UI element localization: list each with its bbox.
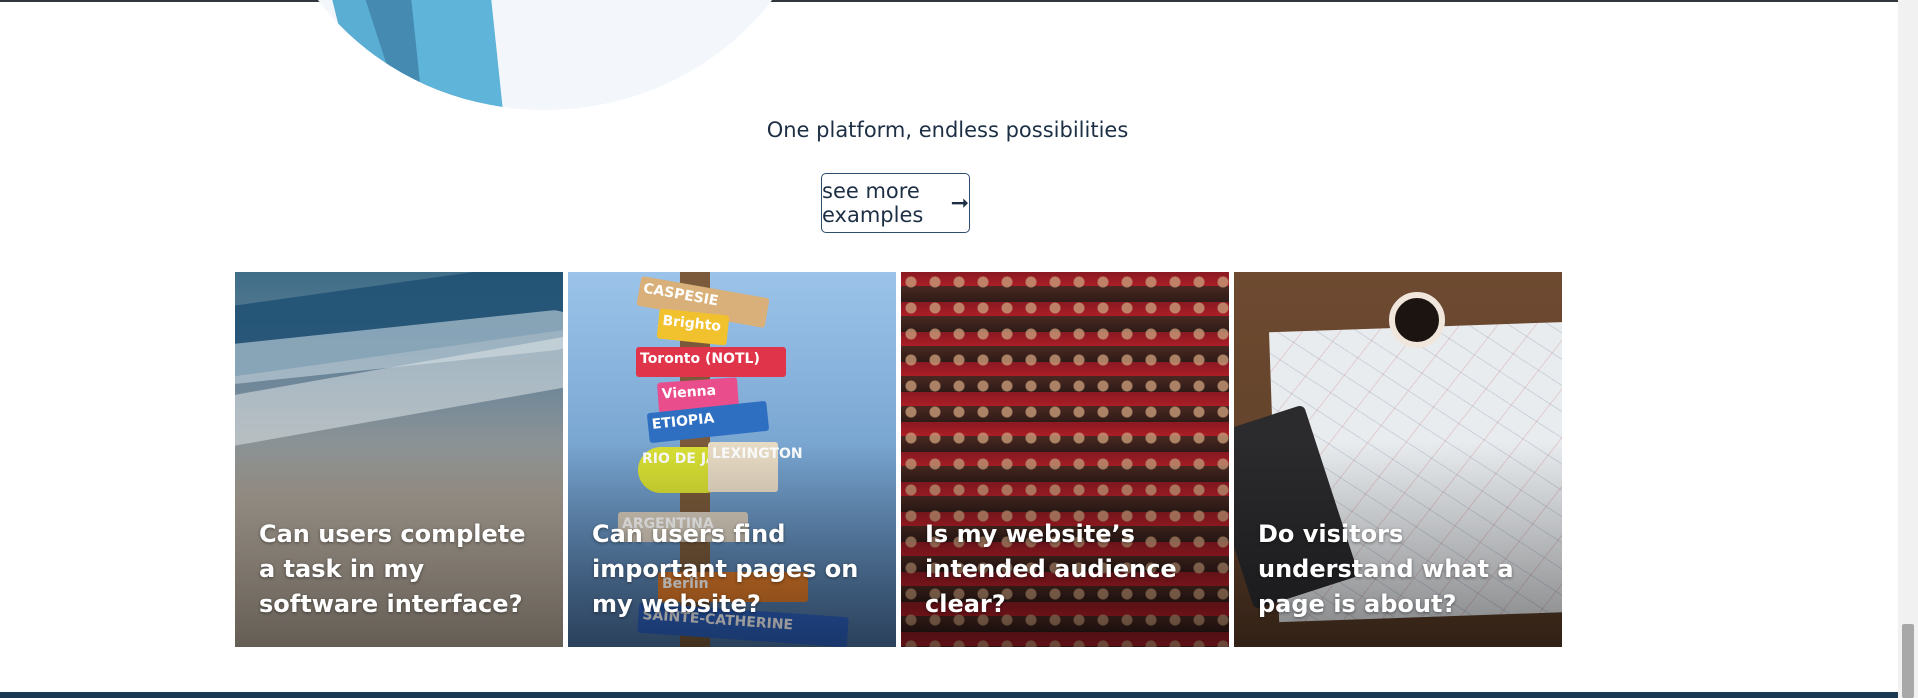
signpost-sign-label: Vienna [661, 382, 717, 403]
arrow-right-icon: ➞ [950, 190, 969, 216]
example-card-audience[interactable]: Is my website’s intended audience clear? [901, 272, 1229, 647]
signpost-sign-label: Brighto [661, 312, 722, 335]
example-card-page-about[interactable]: Do visitors understand what a page is ab… [1234, 272, 1562, 647]
signpost-sign: Toronto (NOTL) [636, 347, 786, 377]
coffee-cup [1389, 292, 1445, 348]
card-title: Is my website’s intended audience clear? [925, 520, 1177, 618]
scrollbar[interactable] [1898, 0, 1918, 698]
example-cards: Can users complete a task in my software… [235, 272, 1562, 647]
signpost-sign-label: Toronto (NOTL) [640, 351, 760, 367]
card-title: Can users find important pages on my web… [592, 520, 859, 618]
see-more-examples-button[interactable]: see more examples ➞ [821, 173, 970, 233]
hero-illustration [265, 0, 825, 110]
top-border [0, 0, 1918, 2]
see-more-examples-label: see more examples [822, 179, 924, 227]
scrollbar-thumb[interactable] [1902, 624, 1914, 698]
example-card-software-task[interactable]: Can users complete a task in my software… [235, 272, 563, 647]
card-title: Can users complete a task in my software… [259, 520, 526, 618]
card-title: Do visitors understand what a page is ab… [1258, 520, 1514, 618]
footer-bar [0, 692, 1898, 698]
signpost-sign-label: ETIOPIA [651, 410, 716, 433]
tagline: One platform, endless possibilities [766, 118, 1129, 142]
signpost-sign: Brighto [656, 308, 730, 346]
example-card-find-pages[interactable]: CASPESIE Brighto Toronto (NOTL) Vienna E… [568, 272, 896, 647]
